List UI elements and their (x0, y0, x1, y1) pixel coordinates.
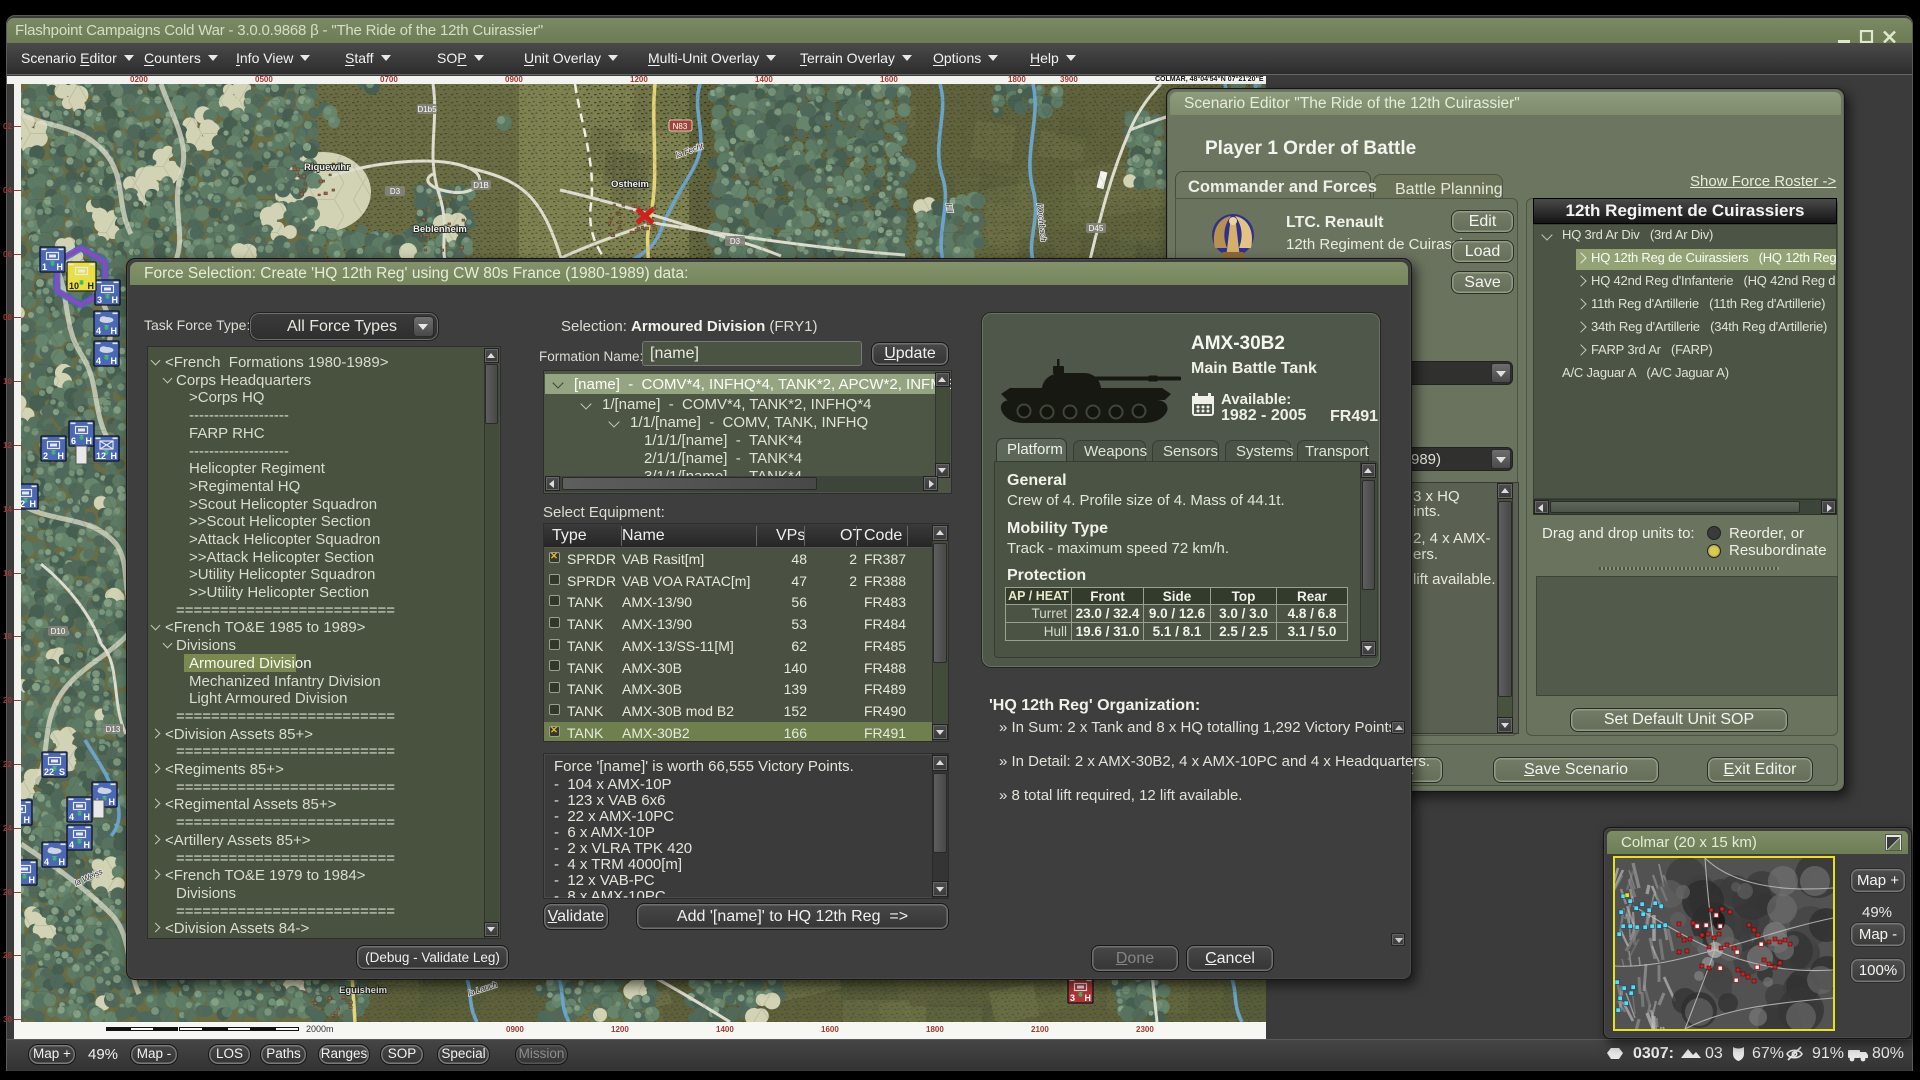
svg-text:4: 4 (44, 857, 49, 867)
svg-text:---: --- (104, 448, 109, 453)
svg-text:22: 22 (44, 767, 54, 777)
svg-text:H: H (1085, 993, 1092, 1003)
svg-text:4: 4 (69, 812, 74, 822)
svg-text:H: H (59, 857, 66, 867)
svg-text:---: --- (77, 837, 82, 842)
svg-text:2: 2 (43, 451, 48, 461)
svg-text:H: H (111, 326, 118, 336)
svg-text:1: 1 (42, 262, 47, 272)
svg-text:H: H (109, 797, 116, 807)
svg-text:H: H (57, 262, 64, 272)
svg-text:---: --- (79, 433, 84, 438)
svg-text:---: --- (51, 448, 56, 453)
svg-text:H: H (86, 436, 93, 446)
svg-text:H: H (84, 840, 91, 850)
svg-text:---: --- (77, 809, 82, 814)
svg-text:4: 4 (69, 840, 74, 850)
svg-text:---: --- (52, 854, 57, 859)
svg-text:H: H (30, 499, 37, 509)
svg-text:---: --- (1078, 990, 1083, 995)
svg-text:---: --- (23, 496, 28, 501)
svg-text:---: --- (102, 794, 107, 799)
svg-text:H: H (111, 451, 118, 461)
svg-text:10: 10 (69, 281, 79, 291)
svg-text:4: 4 (96, 326, 101, 336)
svg-text:4: 4 (96, 356, 101, 366)
svg-text:---: --- (50, 259, 55, 264)
svg-text:H: H (29, 875, 36, 885)
svg-text:---: --- (52, 764, 57, 769)
svg-text:H: H (24, 815, 31, 825)
svg-text:H: H (112, 295, 119, 305)
svg-text:H: H (88, 281, 95, 291)
svg-text:---: --- (104, 323, 109, 328)
svg-text:---: --- (79, 278, 84, 283)
svg-text:---: --- (104, 353, 109, 358)
svg-text:22: 22 (21, 499, 25, 509)
svg-text:H: H (58, 451, 65, 461)
svg-text:---: --- (22, 872, 27, 877)
svg-text:3: 3 (1070, 993, 1075, 1003)
svg-text:S: S (59, 767, 65, 777)
svg-text:---: --- (105, 292, 110, 297)
svg-text:3: 3 (97, 295, 102, 305)
svg-text:6: 6 (71, 436, 76, 446)
svg-text:H: H (111, 356, 118, 366)
svg-text:H: H (84, 812, 91, 822)
svg-text:12: 12 (96, 451, 106, 461)
